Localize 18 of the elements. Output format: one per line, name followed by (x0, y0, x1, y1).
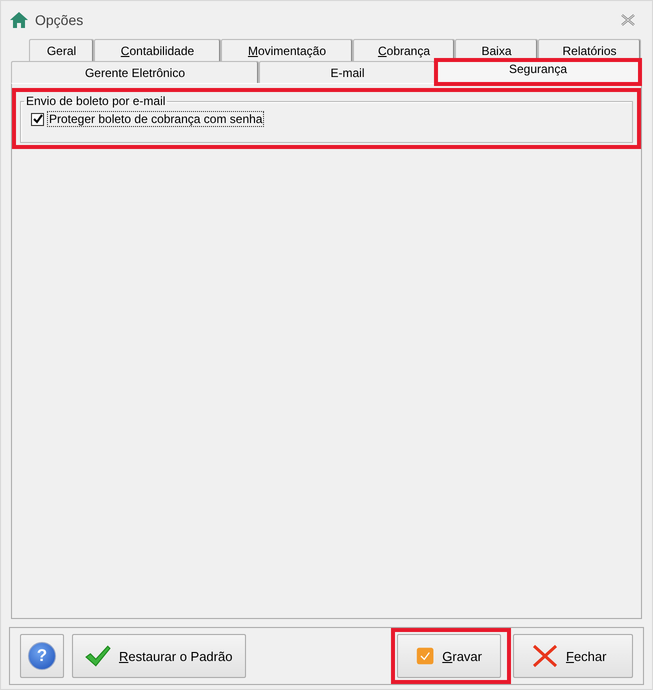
tab[interactable]: Contabilidade (94, 39, 221, 61)
tab[interactable]: E-mail (259, 61, 436, 83)
checkbox[interactable] (31, 112, 44, 126)
tab[interactable]: Gerente Eletrônico (11, 61, 259, 83)
checkbox-label: Proteger boleto de cobrança com senha (48, 112, 264, 126)
tab[interactable]: Geral (29, 39, 94, 61)
close-icon (532, 644, 558, 668)
checkmark-icon (85, 645, 111, 667)
save-button[interactable]: Gravar (397, 634, 501, 678)
tab[interactable]: Cobrança (353, 39, 455, 61)
home-icon (9, 11, 29, 29)
checkbox-icon (416, 645, 434, 667)
window-title: Opções (35, 12, 84, 28)
restore-button[interactable]: Restaurar o Padrão (72, 634, 246, 678)
tab[interactable]: Movimentação (221, 39, 353, 61)
close-icon[interactable] (621, 14, 635, 26)
group-title: Envio de boleto por e-mail (25, 94, 166, 108)
close-button[interactable]: Fechar (513, 634, 633, 678)
